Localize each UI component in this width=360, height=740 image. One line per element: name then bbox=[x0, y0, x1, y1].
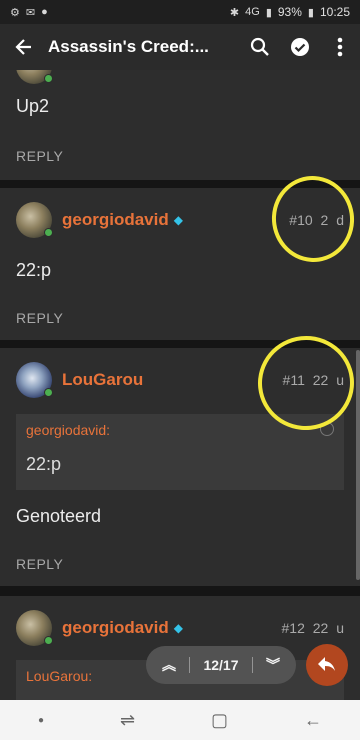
avatar[interactable] bbox=[16, 70, 53, 84]
divider bbox=[189, 657, 191, 673]
app-bar: Assassin's Creed:... bbox=[0, 24, 360, 70]
diamond-badge-icon: ◆ bbox=[173, 621, 183, 635]
page-title: Assassin's Creed:... bbox=[48, 37, 209, 56]
post-body: Up2 bbox=[16, 96, 50, 116]
online-indicator bbox=[44, 74, 53, 83]
reply-fab-button[interactable] bbox=[306, 644, 348, 686]
notification-icon: ⚙ bbox=[10, 6, 20, 19]
bluetooth-icon: ✱ bbox=[229, 6, 240, 19]
quote-username[interactable]: LouGarou: bbox=[26, 668, 92, 684]
page-navigator: ︽ 12/17 ︾ bbox=[146, 646, 296, 684]
username[interactable]: georgiodavid bbox=[62, 210, 169, 230]
avatar[interactable] bbox=[16, 362, 53, 398]
avatar[interactable] bbox=[16, 610, 53, 646]
status-bar: ⚙ ✉ ● ✱ 4G ▮ 93% ▮ 10:25 bbox=[0, 0, 360, 24]
reply-button[interactable]: REPLY bbox=[16, 310, 63, 326]
username[interactable]: georgiodavid bbox=[62, 618, 169, 638]
online-indicator bbox=[44, 228, 53, 237]
username[interactable]: LouGarou bbox=[62, 370, 143, 390]
quote-text: 22:p bbox=[26, 454, 62, 474]
post-list[interactable]: Up2 REPLY georgiodavid ◆ #10 2 d 22:p RE… bbox=[0, 70, 360, 700]
page-indicator[interactable]: 12/17 bbox=[203, 657, 238, 673]
online-indicator bbox=[44, 636, 53, 645]
post-body: Genoteerd bbox=[16, 506, 102, 526]
message-icon: ✉ bbox=[25, 6, 36, 19]
battery-icon: ▮ bbox=[307, 6, 314, 19]
post-meta: #12 22 u bbox=[281, 620, 345, 636]
back-arrow-icon[interactable] bbox=[0, 24, 48, 70]
signal-icon: 4G bbox=[245, 6, 260, 18]
divider bbox=[251, 657, 253, 673]
bars-icon: ▮ bbox=[265, 6, 272, 19]
app-icon: ● bbox=[41, 6, 48, 18]
system-nav-bar: ● ⇌ ▢ ← bbox=[0, 700, 360, 740]
more-vertical-icon[interactable] bbox=[320, 24, 360, 70]
reply-button[interactable]: REPLY bbox=[16, 556, 63, 572]
recents-icon[interactable]: ⇌ bbox=[120, 710, 135, 731]
back-icon[interactable]: ← bbox=[304, 710, 322, 731]
online-indicator bbox=[44, 388, 53, 397]
quote-username[interactable]: georgiodavid: bbox=[26, 422, 110, 438]
page-down-icon[interactable]: ︾ bbox=[266, 655, 280, 675]
reply-button[interactable]: REPLY bbox=[16, 148, 63, 164]
avatar[interactable] bbox=[16, 202, 53, 238]
post-item: Up2 REPLY bbox=[0, 70, 360, 180]
search-icon[interactable] bbox=[240, 24, 280, 70]
home-icon[interactable]: ▢ bbox=[211, 710, 228, 731]
page-up-icon[interactable]: ︽ bbox=[162, 655, 176, 675]
post-body: 22:p bbox=[16, 260, 52, 280]
dot-icon[interactable]: ● bbox=[38, 715, 44, 726]
clock: 10:25 bbox=[319, 5, 350, 19]
diamond-badge-icon: ◆ bbox=[173, 213, 183, 227]
scrollbar[interactable] bbox=[356, 350, 360, 580]
check-circle-icon[interactable] bbox=[280, 24, 320, 70]
battery-level: 93% bbox=[277, 5, 302, 19]
post-header: georgiodavid ◆ #12 22 u bbox=[16, 610, 344, 646]
